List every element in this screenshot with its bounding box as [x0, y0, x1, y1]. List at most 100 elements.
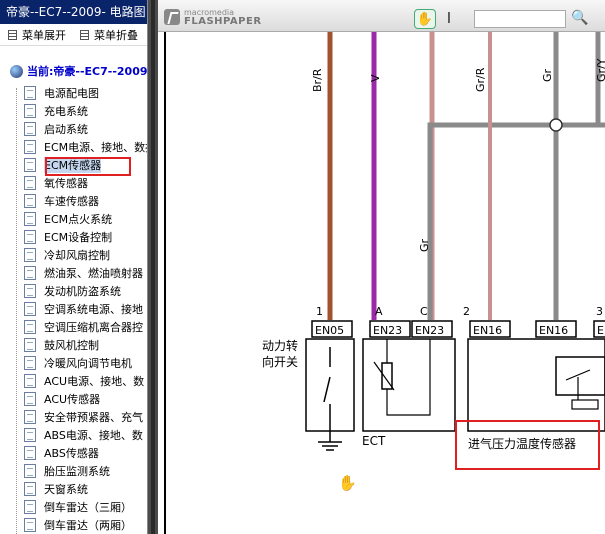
splitter-handle[interactable]	[151, 0, 155, 534]
hand-tool-button[interactable]: ✋	[414, 9, 436, 29]
switch-label: 向开关	[262, 354, 298, 369]
wire-label: Br/R	[311, 68, 324, 92]
expand-menu-button[interactable]: 菜单展开	[8, 27, 66, 43]
tree-item-label: ECM电源、接地、数据	[44, 141, 148, 154]
thermistor-arrow	[373, 361, 395, 391]
collapse-menu-label: 菜单折叠	[94, 28, 138, 42]
connector-label: EN16	[539, 324, 568, 337]
ect-label: ECT	[362, 434, 386, 448]
tree-item-label: 发动机防盗系统	[44, 285, 121, 298]
tree-highlight-box	[45, 157, 131, 176]
document-icon	[24, 176, 36, 190]
ect-body	[362, 338, 456, 432]
document-icon	[24, 446, 36, 460]
document-icon	[24, 464, 36, 478]
ect-wire	[386, 339, 431, 416]
document-icon	[24, 320, 36, 334]
tree-item[interactable]: ABS传感器	[24, 444, 99, 462]
pin-label: A	[375, 305, 383, 318]
hand-icon: ✋	[416, 11, 434, 27]
tree-item-label: 鼓风机控制	[44, 339, 99, 352]
tree-item[interactable]: 胎压监测系统	[24, 462, 110, 480]
list-icon	[80, 29, 89, 40]
connector-label: E	[597, 324, 604, 337]
tree-item-label: 启动系统	[44, 123, 88, 136]
document-icon	[24, 518, 36, 532]
tree-item[interactable]: 冷却风扇控制	[24, 246, 110, 264]
tree-item[interactable]: ECM电源、接地、数据	[24, 138, 148, 156]
document-icon	[24, 284, 36, 298]
tree-item-label: 电源配电图	[44, 87, 99, 100]
document-icon	[24, 194, 36, 208]
tree-item[interactable]: 车速传感器	[24, 192, 99, 210]
document-icon	[24, 338, 36, 352]
document-icon	[24, 428, 36, 442]
sensor-inner	[555, 356, 605, 396]
expand-menu-label: 菜单展开	[22, 28, 66, 42]
tree-item-label: 天窗系统	[44, 483, 88, 496]
collapse-menu-button[interactable]: 菜单折叠	[80, 27, 138, 43]
tree-item[interactable]: ACU传感器	[24, 390, 100, 408]
document-icon	[24, 158, 36, 172]
tree-item[interactable]: 燃油泵、燃油喷射器	[24, 264, 143, 282]
tree-item[interactable]: 发动机防盗系统	[24, 282, 121, 300]
tree-item-label: 燃油泵、燃油喷射器	[44, 267, 143, 280]
tree-item-label: 倒车雷达（两厢）	[44, 519, 132, 532]
connector-label: EN23	[415, 324, 444, 337]
tree-item-label: ECM点火系统	[44, 213, 113, 226]
connector-label: EN23	[373, 324, 402, 337]
document-icon	[24, 122, 36, 136]
tree-item-label: 安全带预紧器、充气	[44, 411, 143, 424]
tree-item[interactable]: ECM点火系统	[24, 210, 112, 228]
tree-item-label: 冷却风扇控制	[44, 249, 110, 262]
tree-item[interactable]: 冷暖风向调节电机	[24, 354, 132, 372]
document-icon	[24, 104, 36, 118]
tree-item-label: 充电系统	[44, 105, 88, 118]
list-icon	[8, 29, 17, 40]
viewer-toolbar: macromedia FLASHPAPER ✋ I 🔍	[158, 0, 605, 32]
pane-splitter[interactable]	[148, 0, 158, 534]
tree-item-label: ACU电源、接地、数	[44, 375, 145, 388]
tree-guide-line	[16, 88, 17, 534]
tree-root[interactable]: 当前:帝豪--EC7--2009-	[10, 63, 148, 79]
sensor-body	[467, 338, 605, 432]
tree-item-label: 车速传感器	[44, 195, 99, 208]
text-cursor-icon: I	[446, 9, 452, 27]
switch-lever	[323, 376, 331, 403]
tree-item-label: 氧传感器	[44, 177, 88, 190]
tree-item[interactable]: 充电系统	[24, 102, 88, 120]
tree-item[interactable]: 氧传感器	[24, 174, 88, 192]
tree-item[interactable]: ECM设备控制	[24, 228, 112, 246]
document-icon	[24, 266, 36, 280]
search-input[interactable]	[474, 10, 566, 28]
globe-icon	[10, 64, 23, 78]
tree-item[interactable]: 安全带预紧器、充气	[24, 408, 143, 426]
connector-label: EN16	[473, 324, 502, 337]
tree-root-label: 当前:帝豪--EC7--2009-	[27, 65, 148, 78]
tree-item[interactable]: 倒车雷达（三厢）	[24, 498, 132, 516]
document-icon	[24, 374, 36, 388]
switch-label: 动力转	[262, 338, 298, 353]
tree-item[interactable]: 空调压缩机离合器控	[24, 318, 143, 336]
tree-item[interactable]: 启动系统	[24, 120, 88, 138]
sensor-resistor	[571, 399, 599, 410]
tree-item[interactable]: ABS电源、接地、数	[24, 426, 143, 444]
sensor-highlight-box	[455, 420, 600, 470]
document-icon	[24, 500, 36, 514]
tree-item[interactable]: 空调系统电源、接地	[24, 300, 143, 318]
search-icon[interactable]: 🔍	[570, 8, 590, 28]
text-select-tool-button[interactable]: I	[442, 8, 456, 28]
tree-item[interactable]: 倒车雷达（两厢）	[24, 516, 132, 534]
tree-item[interactable]: 电源配电图	[24, 84, 99, 102]
wire-label: Gr	[418, 238, 431, 252]
wire-label: Gr/Y	[595, 58, 605, 82]
tree-item-label: 胎压监测系统	[44, 465, 110, 478]
tree-item-label: 空调压缩机离合器控	[44, 321, 143, 334]
macromedia-logo-icon	[164, 9, 180, 25]
tree-item[interactable]: 鼓风机控制	[24, 336, 99, 354]
left-nav-pane: 帝豪--EC7--2009- 电路图 菜单展开 菜单折叠 当前:帝豪--EC7-…	[0, 0, 148, 534]
wire-label: Gr/R	[474, 67, 487, 92]
tree-item-label: 空调系统电源、接地	[44, 303, 143, 316]
tree-item[interactable]: 天窗系统	[24, 480, 88, 498]
tree-item[interactable]: ACU电源、接地、数	[24, 372, 144, 390]
